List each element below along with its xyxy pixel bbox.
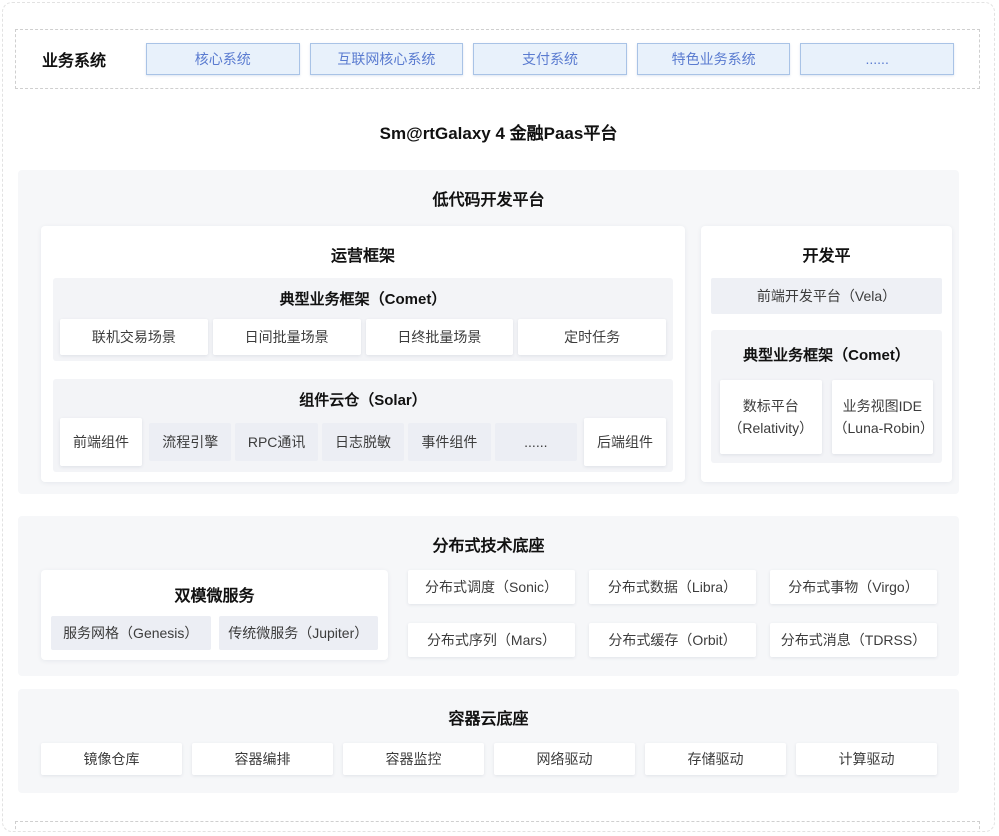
business-system-core: 核心系统	[146, 43, 300, 75]
distributed-base-body: 双模微服务 服务网格（Genesis） 传统微服务（Jupiter） 分布式调度…	[41, 570, 937, 660]
luna-robin-card-name: 业务视图IDE	[834, 395, 932, 417]
comet-subpanel-title: 典型业务框架（Comet）	[60, 288, 666, 309]
dev-comet-subpanel: 典型业务框架（Comet） 数标平台 （Relativity） 业务视图IDE …	[711, 330, 942, 463]
dual-mode-title: 双模微服务	[51, 582, 378, 606]
distributed-transaction-virgo-card: 分布式事物（Virgo）	[770, 570, 937, 604]
comet-card-online-trading: 联机交易场景	[60, 319, 208, 355]
solar-chip-process-engine: 流程引擎	[149, 423, 231, 461]
dev-platform-panel: 开发平 前端开发平台（Vela） 典型业务框架（Comet） 数标平台 （Rel…	[701, 226, 952, 482]
container-base-title: 容器云底座	[18, 705, 959, 729]
low-code-platform-title: 低代码开发平台	[18, 186, 959, 210]
dual-mode-chips-row: 服务网格（Genesis） 传统微服务（Jupiter）	[51, 616, 378, 650]
low-code-platform-section: 低代码开发平台 运营框架 典型业务框架（Comet） 联机交易场景 日间批量场景…	[18, 170, 959, 494]
solar-chip-rpc: RPC通讯	[235, 423, 317, 461]
page-title: Sm@rtGalaxy 4 金融Paas平台	[3, 119, 994, 144]
comet-cards-row: 联机交易场景 日间批量场景 日终批量场景 定时任务	[60, 319, 666, 355]
compute-driver-card: 计算驱动	[796, 743, 937, 775]
dual-mode-microservice-panel: 双模微服务 服务网格（Genesis） 传统微服务（Jupiter）	[41, 570, 388, 660]
comet-card-scheduled-task: 定时任务	[518, 319, 666, 355]
vela-frontend-dev-platform: 前端开发平台（Vela）	[711, 278, 942, 314]
business-systems-row: 核心系统 互联网核心系统 支付系统 特色业务系统 ......	[146, 43, 954, 75]
business-systems-box: 业务系统 核心系统 互联网核心系统 支付系统 特色业务系统 ......	[15, 29, 980, 89]
solar-subpanel-title: 组件云仓（Solar）	[60, 389, 666, 410]
solar-subpanel: 组件云仓（Solar） 前端组件 流程引擎 RPC通讯 日志脱敏 事件组件 ..…	[53, 379, 673, 472]
solar-backend-component: 后端组件	[584, 418, 666, 466]
distributed-data-libra-card: 分布式数据（Libra）	[589, 570, 756, 604]
comet-card-daytime-batch: 日间批量场景	[213, 319, 361, 355]
business-systems-label: 业务系统	[42, 47, 146, 71]
luna-robin-card-code: （Luna-Robin）	[834, 417, 932, 439]
distributed-cards-grid: 分布式调度（Sonic） 分布式数据（Libra） 分布式事物（Virgo） 分…	[408, 570, 937, 660]
container-monitoring-card: 容器监控	[343, 743, 484, 775]
low-code-platform-body: 运营框架 典型业务框架（Comet） 联机交易场景 日间批量场景 日终批量场景 …	[18, 210, 959, 494]
container-orchestration-card: 容器编排	[192, 743, 333, 775]
genesis-service-mesh-chip: 服务网格（Genesis）	[51, 616, 211, 650]
jupiter-microservice-chip: 传统微服务（Jupiter）	[219, 616, 379, 650]
relativity-card: 数标平台 （Relativity）	[720, 380, 822, 454]
solar-chip-ellipsis: ......	[495, 423, 577, 461]
solar-frontend-component: 前端组件	[60, 418, 142, 466]
image-registry-card: 镜像仓库	[41, 743, 182, 775]
distributed-scheduling-sonic-card: 分布式调度（Sonic）	[408, 570, 575, 604]
distributed-base-section: 分布式技术底座 双模微服务 服务网格（Genesis） 传统微服务（Jupite…	[18, 516, 959, 676]
distributed-message-tdrss-card: 分布式消息（TDRSS）	[770, 623, 937, 657]
operation-framework-panel: 运营框架 典型业务框架（Comet） 联机交易场景 日间批量场景 日终批量场景 …	[41, 226, 685, 482]
dev-comet-subpanel-title: 典型业务框架（Comet）	[720, 344, 933, 365]
distributed-base-title: 分布式技术底座	[18, 532, 959, 556]
business-system-special: 特色业务系统	[637, 43, 791, 75]
comet-card-endofday-batch: 日终批量场景	[366, 319, 514, 355]
dev-platform-title: 开发平	[711, 242, 942, 266]
operation-framework-title: 运营框架	[53, 242, 673, 266]
distributed-sequence-mars-card: 分布式序列（Mars）	[408, 623, 575, 657]
business-system-internet-core: 互联网核心系统	[310, 43, 464, 75]
storage-driver-card: 存储驱动	[645, 743, 786, 775]
dev-comet-cards-row: 数标平台 （Relativity） 业务视图IDE （Luna-Robin）	[720, 380, 933, 454]
container-base-section: 容器云底座 镜像仓库 容器编排 容器监控 网络驱动 存储驱动 计算驱动	[18, 689, 959, 793]
luna-robin-card: 业务视图IDE （Luna-Robin）	[832, 380, 934, 454]
architecture-diagram: 业务系统 核心系统 互联网核心系统 支付系统 特色业务系统 ...... Sm@…	[2, 2, 995, 832]
network-driver-card: 网络驱动	[494, 743, 635, 775]
solar-chip-log-masking: 日志脱敏	[322, 423, 404, 461]
solar-components-row: 前端组件 流程引擎 RPC通讯 日志脱敏 事件组件 ...... 后端组件	[60, 418, 666, 466]
relativity-card-name: 数标平台	[722, 395, 820, 417]
infrastructure-box: 基础设施 物理机 虚拟机 私有云 公有云 国产化硬件	[15, 821, 980, 832]
solar-chip-event-component: 事件组件	[408, 423, 490, 461]
comet-subpanel: 典型业务框架（Comet） 联机交易场景 日间批量场景 日终批量场景 定时任务	[53, 278, 673, 361]
relativity-card-code: （Relativity）	[722, 417, 820, 439]
business-system-payment: 支付系统	[473, 43, 627, 75]
business-system-ellipsis: ......	[800, 43, 954, 75]
distributed-cache-orbit-card: 分布式缓存（Orbit）	[589, 623, 756, 657]
container-cards-row: 镜像仓库 容器编排 容器监控 网络驱动 存储驱动 计算驱动	[41, 743, 937, 775]
solar-chips-group: 流程引擎 RPC通讯 日志脱敏 事件组件 ......	[149, 423, 577, 461]
